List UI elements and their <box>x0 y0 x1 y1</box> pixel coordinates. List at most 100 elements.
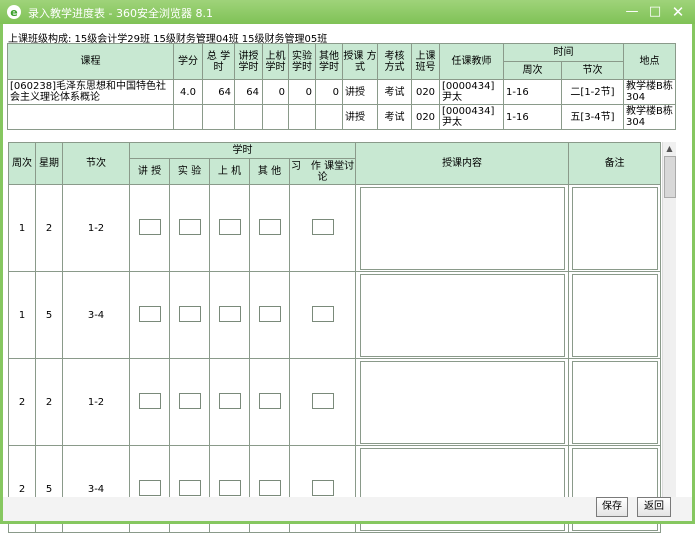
location-value: 教学楼B栋304 <box>623 104 676 130</box>
header-note: 备注 <box>568 142 662 185</box>
exercise-hours-input[interactable] <box>311 479 334 496</box>
header-week: 周次 <box>503 61 562 80</box>
computer-hours-input[interactable] <box>218 479 241 496</box>
header-exam-mode: 考核 方式 <box>377 43 412 80</box>
teacher-value: [0000434]尹太 <box>439 104 504 130</box>
computer-cell <box>209 184 250 272</box>
vertical-scrollbar[interactable]: ▲ <box>662 142 676 497</box>
note-textarea[interactable] <box>571 186 658 270</box>
week-range-value: 1-16 <box>503 104 562 130</box>
teach-mode-value: 讲授 <box>342 79 378 105</box>
lecture-cell <box>129 184 170 272</box>
computer-hours-value: 0 <box>262 79 289 105</box>
class-no-value: 020 <box>411 79 440 105</box>
lecture-hours-input[interactable] <box>138 305 161 322</box>
other-cell <box>249 271 290 359</box>
experiment-hours-input[interactable] <box>178 218 201 235</box>
header-time: 时间 <box>503 43 624 62</box>
close-button[interactable]: ✕ <box>669 3 687 21</box>
minimize-button[interactable]: — <box>623 3 641 21</box>
exercise-hours-input[interactable] <box>311 218 334 235</box>
header-lecture: 讲 授 <box>129 158 170 185</box>
header-weekday: 星期 <box>35 142 63 185</box>
header-credit: 学分 <box>173 43 203 80</box>
lecture-cell <box>129 271 170 359</box>
save-button[interactable]: 保存 <box>596 497 628 517</box>
section-cell: 1-2 <box>62 184 130 272</box>
other-hours-value <box>315 104 343 130</box>
exercise-hours-input[interactable] <box>311 305 334 322</box>
content-cell <box>355 184 570 272</box>
content-cell <box>355 358 570 446</box>
progress-row: 2 2 1-2 <box>8 358 662 446</box>
section-cell: 3-4 <box>62 271 130 359</box>
section-value: 五[3-4节] <box>561 104 624 130</box>
other-hours-input[interactable] <box>258 218 281 235</box>
other-cell <box>249 358 290 446</box>
exercise-hours-input[interactable] <box>311 392 334 409</box>
exercise-cell <box>288 184 357 272</box>
header-total-hours: 总 学时 <box>202 43 235 80</box>
lecture-hours-input[interactable] <box>138 218 161 235</box>
exam-mode-value: 考试 <box>377 79 412 105</box>
note-cell <box>568 184 662 272</box>
computer-cell <box>209 271 250 359</box>
experiment-hours-value <box>288 104 316 130</box>
content-textarea[interactable] <box>359 186 565 270</box>
experiment-cell <box>169 184 210 272</box>
header-hours: 学时 <box>128 142 357 159</box>
teacher-value: [0000434]尹太 <box>439 79 504 105</box>
lecture-hours-value <box>234 104 263 130</box>
experiment-hours-input[interactable] <box>178 392 201 409</box>
weekday-cell: 5 <box>35 271 63 359</box>
weekday-cell: 2 <box>35 184 63 272</box>
lecture-hours-input[interactable] <box>138 479 161 496</box>
exercise-cell <box>288 271 357 359</box>
computer-hours-input[interactable] <box>218 392 241 409</box>
note-textarea[interactable] <box>571 360 658 444</box>
other-hours-input[interactable] <box>258 392 281 409</box>
header-course: 课程 <box>7 43 174 80</box>
header-lecture-hours: 讲授 学时 <box>234 43 263 80</box>
other-hours-input[interactable] <box>258 479 281 496</box>
computer-cell <box>209 358 250 446</box>
experiment-cell <box>169 358 210 446</box>
section-cell: 1-2 <box>62 358 130 446</box>
maximize-button[interactable]: □ <box>646 3 664 21</box>
scroll-up-icon[interactable]: ▲ <box>663 142 676 155</box>
lecture-hours-value: 64 <box>234 79 263 105</box>
window-frame-left <box>0 24 3 524</box>
content-textarea[interactable] <box>359 273 565 357</box>
course-row: 讲授 考试 020 [0000434]尹太 1-16 五[3-4节] 教学楼B栋… <box>7 104 676 130</box>
class-no-value: 020 <box>411 104 440 130</box>
computer-hours-input[interactable] <box>218 305 241 322</box>
bottom-bar <box>3 497 692 521</box>
header-other-hours: 其他 学时 <box>315 43 343 80</box>
note-textarea[interactable] <box>571 273 658 357</box>
progress-row: 1 2 1-2 <box>8 184 662 272</box>
header-section: 节次 <box>561 61 624 80</box>
note-cell <box>568 271 662 359</box>
header-other: 其 他 <box>249 158 290 185</box>
content-cell <box>355 271 570 359</box>
scroll-thumb[interactable] <box>664 156 676 198</box>
header-teach-mode: 授课 方式 <box>342 43 378 80</box>
header-computer-hours: 上机 学时 <box>262 43 289 80</box>
lecture-hours-input[interactable] <box>138 392 161 409</box>
window-title: 录入教学进度表 - 360安全浏览器 8.1 <box>28 7 213 20</box>
week-cell: 2 <box>8 358 36 446</box>
total-hours-value <box>202 104 235 130</box>
experiment-hours-input[interactable] <box>178 479 201 496</box>
header-content: 授课内容 <box>355 142 570 185</box>
course-name: [060238]毛泽东思想和中国特色社会主义理论体系概论 <box>7 79 174 105</box>
progress-row: 1 5 3-4 <box>8 271 662 359</box>
header-exercise-discussion: 习 作 课堂讨论 <box>288 158 357 185</box>
computer-hours-input[interactable] <box>218 218 241 235</box>
experiment-hours-input[interactable] <box>178 305 201 322</box>
header-teacher: 任课教师 <box>439 43 504 80</box>
header-computer: 上 机 <box>209 158 250 185</box>
experiment-cell <box>169 271 210 359</box>
content-textarea[interactable] <box>359 360 565 444</box>
other-hours-input[interactable] <box>258 305 281 322</box>
back-button[interactable]: 返回 <box>637 497 671 517</box>
